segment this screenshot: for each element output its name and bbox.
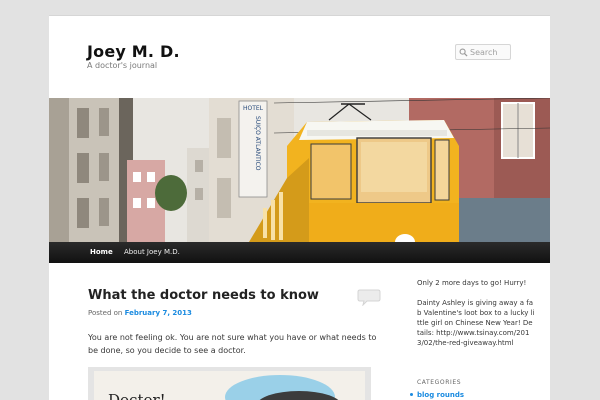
category-link-blog-rounds[interactable]: blog rounds	[417, 391, 464, 399]
post-image-frame: Doctor!	[94, 371, 365, 400]
post-body: You are not feeling ok. You are not sure…	[88, 333, 377, 355]
hotel-sign-text: HOTEL	[243, 105, 264, 112]
search-icon	[459, 48, 468, 57]
page: Joey M. D. A doctor's journal Search HOT…	[49, 15, 550, 400]
doctor-text: Doctor!	[108, 391, 166, 400]
post-meta: Posted on February 7, 2013	[88, 309, 192, 317]
sidebar: Only 2 more days to go! Hurry! Dainty As…	[417, 278, 535, 348]
search-box[interactable]	[455, 44, 511, 60]
tram-street-photo: HOTEL SUIÇO ATLANTICO	[49, 98, 550, 242]
hotel-sign-side-text: SUIÇO ATLANTICO	[254, 116, 261, 171]
sidebar-text-countdown: Only 2 more days to go! Hurry!	[417, 279, 527, 287]
nav-item-about[interactable]: About Joey M.D.	[124, 242, 180, 263]
post-image[interactable]: Doctor!	[88, 367, 371, 400]
search-input[interactable]	[470, 46, 510, 59]
category-bullet	[410, 393, 413, 396]
post-date-link[interactable]: February 7, 2013	[125, 309, 192, 317]
comment-bubble-icon[interactable]	[357, 288, 381, 306]
post-title[interactable]: What the doctor needs to know	[88, 288, 319, 303]
categories-heading: Categories	[417, 379, 462, 386]
post-meta-prefix: Posted on	[88, 309, 123, 317]
header-banner-image[interactable]: HOTEL SUIÇO ATLANTICO	[49, 98, 550, 242]
nav-item-home[interactable]: Home	[90, 242, 113, 263]
site-title[interactable]: Joey M. D.	[87, 42, 180, 61]
main-navigation: Home About Joey M.D.	[49, 242, 550, 263]
sidebar-text-giveaway: Dainty Ashley is giving away a fab Valen…	[417, 299, 535, 347]
site-description: A doctor's journal	[87, 61, 158, 70]
